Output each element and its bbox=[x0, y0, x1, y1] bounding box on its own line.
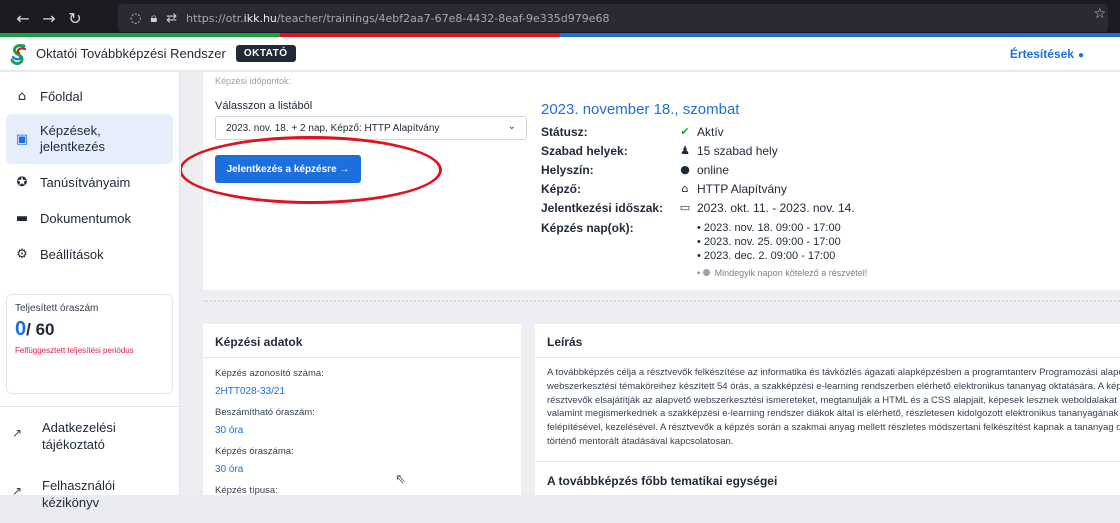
seats-value: 15 szabad hely bbox=[697, 143, 778, 158]
reload-icon[interactable]: ↻ bbox=[62, 9, 88, 28]
field-value: 30 óra bbox=[215, 425, 244, 436]
calendar-icon: ▭ bbox=[679, 201, 691, 214]
notifications-link[interactable]: Értesítések ● bbox=[1010, 47, 1084, 61]
card-title: Képzési adatok bbox=[203, 324, 521, 358]
sidebar-item-label: Beállítások bbox=[40, 246, 104, 262]
field-label: Beszámítható óraszám: bbox=[215, 407, 315, 418]
description-line: A továbbképzés célja a résztvevők felkés… bbox=[547, 367, 1120, 378]
app-logo-icon[interactable] bbox=[10, 43, 28, 65]
stat-label: Teljesített óraszám bbox=[15, 303, 99, 314]
hours-stat-box: Teljesített óraszám 0/ 60 Felfüggesztett… bbox=[6, 294, 173, 394]
app-header: Oktatói Továbbképzési Rendszer OKTATÓ Ér… bbox=[0, 37, 1120, 71]
map-pin-icon: ● bbox=[680, 163, 690, 176]
highlight-circle bbox=[181, 136, 442, 204]
sidebar-link-manual[interactable]: ↗ Felhasználói kézikönyv bbox=[0, 465, 179, 523]
book-icon: ▣ bbox=[15, 131, 29, 147]
section-divider bbox=[203, 300, 1120, 302]
field-id: Képzés azonosító száma: 2HTT028-33/21 bbox=[203, 368, 521, 397]
sidebar-item-documents[interactable]: ▬ Dokumentumok bbox=[0, 200, 179, 236]
address-bar[interactable]: ◌ 🔒︎ ⇄ https://otr.ikk.hu/teacher/traini… bbox=[118, 4, 1108, 32]
sidebar-item-label: Tanúsítványaim bbox=[40, 174, 131, 190]
sidebar-item-certificates[interactable]: ✪ Tanúsítványaim bbox=[0, 164, 179, 200]
home-icon: ⌂ bbox=[17, 88, 27, 104]
forward-icon[interactable]: → bbox=[36, 9, 62, 28]
description-line: webszerkesztési témaköreihez készített 5… bbox=[547, 380, 1120, 392]
field-credit-hours: Beszámítható óraszám: 30 óra bbox=[203, 407, 521, 436]
location-value: online bbox=[697, 162, 730, 177]
session-details: Státusz: ✔ Aktív Szabad helyek: ♟ 15 szaba… bbox=[541, 122, 1101, 280]
section-label: Képzési időpontok: bbox=[215, 76, 292, 86]
folder-icon: ▬ bbox=[15, 210, 29, 226]
main-content: Képzési időpontok: Válasszon a listából … bbox=[181, 72, 1120, 495]
browser-toolbar: ← → ↻ ◌ 🔒︎ ⇄ https://otr.ikk.hu/teacher/… bbox=[0, 0, 1120, 37]
field-training-hours: Képzés óraszáma: 30 óra bbox=[203, 446, 521, 475]
training-days-list: 2023. nov. 18. 09:00 - 17:00 2023. nov. … bbox=[697, 221, 867, 280]
check-circle-icon: ✔ bbox=[680, 125, 690, 138]
list-item: 2023. dec. 2. 09:00 - 17:00 bbox=[697, 249, 867, 263]
sidebar-item-label: Képzések, jelentkezés bbox=[40, 123, 106, 154]
sidebar-link-privacy[interactable]: ↗ Adatkezelési tájékoztató bbox=[0, 407, 179, 465]
field-label: Képzés óraszáma: bbox=[215, 446, 294, 457]
institution-icon: ⌂ bbox=[681, 182, 689, 195]
bookmark-star-icon[interactable]: ☆ bbox=[1093, 6, 1106, 22]
gear-icon: ⚙ bbox=[16, 246, 28, 262]
sidebar: ⌂ Főoldal ▣ Képzések, jelentkezés ✪ Tanú… bbox=[0, 72, 180, 510]
description-line: történő mentorált átadásával kapcsolatos… bbox=[547, 435, 734, 447]
select-label: Válasszon a listából bbox=[215, 100, 313, 112]
field-value: 30 óra bbox=[215, 464, 244, 475]
session-select[interactable]: 2023. nov. 18. + 2 nap, Képző: HTTP Alap… bbox=[215, 116, 527, 140]
description-line: valamint megismerkednek a szakképzési e-… bbox=[547, 408, 1120, 420]
app-title: Oktatói Továbbképzési Rendszer bbox=[36, 46, 226, 61]
sidebar-item-home[interactable]: ⌂ Főoldal bbox=[0, 78, 179, 114]
permissions-icon[interactable]: ⇄ bbox=[166, 11, 177, 26]
field-training-type: Képzés típusa: bbox=[203, 485, 521, 495]
status-value: Aktív bbox=[697, 124, 724, 139]
application-period-value: 2023. okt. 11. - 2023. nov. 14. bbox=[697, 200, 855, 215]
sidebar-link-label: Felhasználói kézikönyv bbox=[42, 478, 115, 510]
field-value: 2HTT028-33/21 bbox=[215, 386, 286, 397]
url-text[interactable]: https://otr.ikk.hu/teacher/trainings/4eb… bbox=[186, 12, 609, 25]
location-label: Helyszín: bbox=[541, 162, 594, 177]
seats-label: Szabad helyek: bbox=[541, 143, 628, 158]
sidebar-link-label: Adatkezelési tájékoztató bbox=[42, 420, 116, 452]
description-line: résztvevők elsajátítják az alapvető webs… bbox=[547, 394, 1120, 406]
training-days-label: Képzés nap(ok): bbox=[541, 221, 634, 235]
application-period-label: Jelentkezési időszak: bbox=[541, 200, 664, 215]
description-line: felépítésével, kezelésével. A résztvevők… bbox=[547, 422, 1120, 434]
chevron-down-icon: ⌄ bbox=[507, 121, 516, 132]
mandatory-note: Mindegyik napon kötelező a részvétel! bbox=[697, 266, 867, 280]
stat-warning: Felfüggesztett teljesítési periódus bbox=[15, 346, 134, 355]
bell-icon: ● bbox=[1077, 50, 1084, 61]
field-label: Képzés típusa: bbox=[215, 485, 278, 495]
list-item: 2023. nov. 18. 09:00 - 17:00 bbox=[697, 221, 867, 235]
mouse-cursor-icon: ⇖ bbox=[395, 472, 406, 487]
sidebar-item-settings[interactable]: ⚙ Beállítások bbox=[0, 236, 179, 272]
sidebar-item-trainings[interactable]: ▣ Képzések, jelentkezés bbox=[6, 114, 173, 164]
description-card: Leírás A továbbképzés célja a résztvevők… bbox=[535, 324, 1120, 495]
sidebar-item-label: Dokumentumok bbox=[40, 210, 132, 226]
role-badge: OKTATÓ bbox=[235, 45, 296, 62]
card-title: Leírás bbox=[535, 324, 1120, 358]
award-icon: ✪ bbox=[16, 174, 28, 190]
trainer-value: HTTP Alapítvány bbox=[697, 181, 787, 196]
external-link-icon: ↗ bbox=[12, 484, 23, 498]
training-data-card: Képzési adatok Képzés azonosító száma: 2… bbox=[203, 324, 521, 495]
session-date-title: 2023. november 18., szombat bbox=[541, 101, 740, 118]
shield-icon[interactable]: ◌ bbox=[130, 11, 141, 26]
trainer-label: Képző: bbox=[541, 181, 581, 196]
description-text: A továbbképzés célja a résztvevők felkés… bbox=[535, 358, 1120, 449]
stat-value: 0/ 60 bbox=[15, 318, 55, 340]
sidebar-item-label: Főoldal bbox=[40, 88, 83, 104]
lock-icon[interactable]: 🔒︎ bbox=[150, 11, 157, 26]
status-label: Státusz: bbox=[541, 124, 588, 139]
field-label: Képzés azonosító száma: bbox=[215, 368, 324, 379]
external-link-icon: ↗ bbox=[12, 426, 23, 440]
back-icon[interactable]: ← bbox=[10, 9, 36, 28]
list-item: 2023. nov. 25. 09:00 - 17:00 bbox=[697, 235, 867, 249]
session-card: Képzési időpontok: Válasszon a listából … bbox=[181, 72, 1120, 290]
topics-heading: A továbbképzés főbb tematikai egységei bbox=[535, 461, 1120, 495]
info-icon bbox=[702, 269, 710, 276]
person-icon: ♟ bbox=[680, 144, 690, 157]
